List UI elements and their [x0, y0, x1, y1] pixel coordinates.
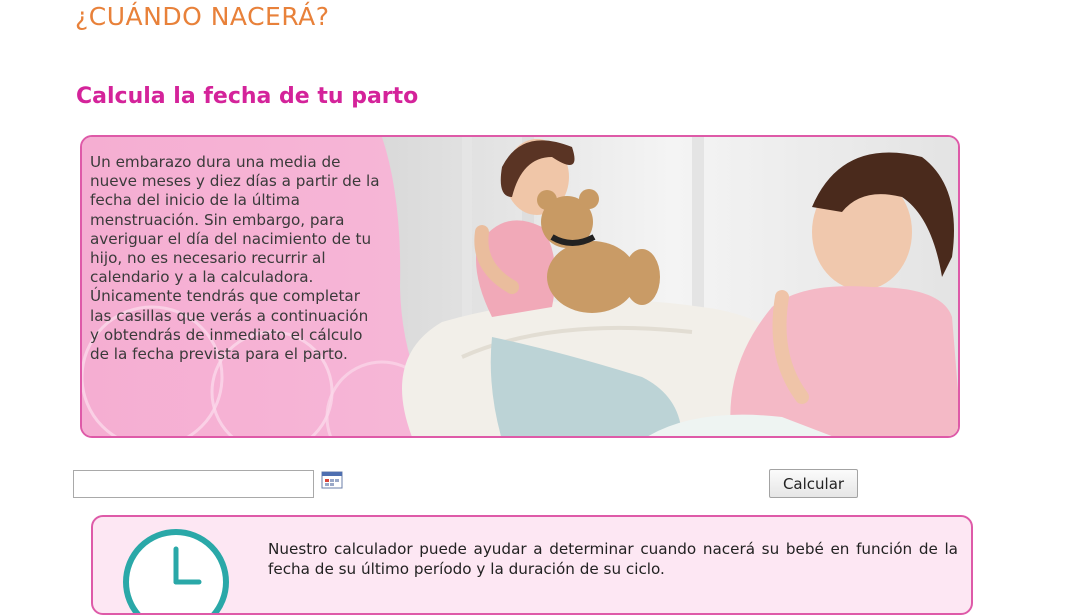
page-title: ¿CUÁNDO NACERÁ? [75, 2, 330, 31]
date-input[interactable] [73, 470, 314, 498]
intro-banner: Un embarazo dura una media de nueve mese… [80, 135, 960, 438]
clock-icon [123, 529, 229, 613]
info-box: Nuestro calculador puede ayudar a determ… [91, 515, 973, 615]
calendar-icon[interactable] [321, 471, 343, 489]
section-title: Calcula la fecha de tu parto [76, 84, 419, 109]
intro-text: Un embarazo dura una media de nueve mese… [90, 153, 380, 364]
calculate-button[interactable]: Calcular [769, 469, 858, 498]
info-text: Nuestro calculador puede ayudar a determ… [268, 540, 958, 578]
